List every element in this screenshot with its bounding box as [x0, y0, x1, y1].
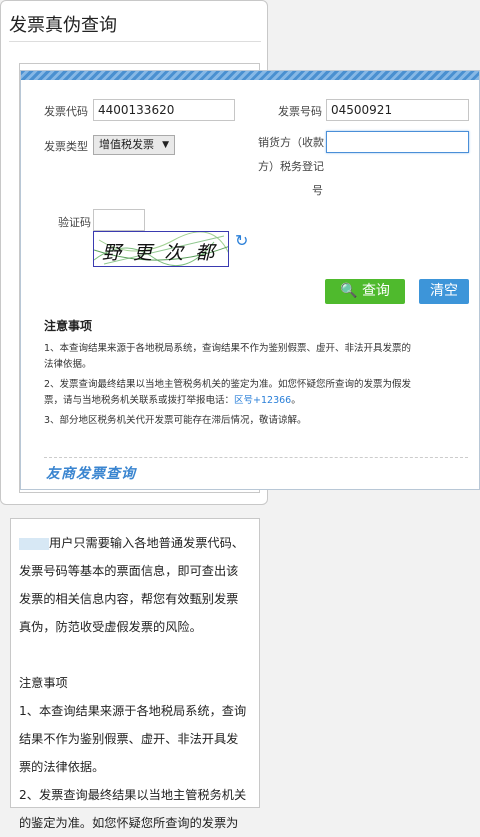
desc-notice-line-2: 结果不作为鉴别假票、虚开、非法开具发 [19, 732, 239, 746]
intro-line-1: 用户只需要输入各地普通发票代码、 [19, 529, 255, 557]
invoice-type-select[interactable]: 增值税发票 ▼ [93, 135, 175, 155]
invoice-query-panel: 发票代码 4400133620 发票号码 04500921 发票类型 增值税发票… [20, 70, 480, 490]
desc-notice-line-5: 的鉴定为准。如您怀疑您所查询的发票为 [19, 816, 239, 830]
description-card: 用户只需要输入各地普通发票代码、 发票号码等基本的票面信息，即可查出该 发票的相… [10, 518, 260, 830]
desc-notice-line-4: 2、发票查询最终结果以当地主管税务机关 [19, 788, 247, 802]
highlight-marker [19, 537, 49, 550]
panel-header-stripe [21, 71, 479, 80]
notice-item-1b: 法律依据。 [44, 359, 92, 370]
desc-notice-line-1: 1、本查询结果来源于各地税局系统，查询 [19, 704, 247, 718]
intro-line-1-text: 用户只需要输入各地普通发票代码、 [49, 536, 244, 550]
invoice-type-selected: 增值税发票 [99, 138, 154, 151]
seller-tax-label-line2: 方）税务登记 [258, 160, 324, 173]
captcha-input[interactable] [93, 209, 145, 231]
notice-item-2b: 票，请与当地税务机关联系或拨打举报电话：区号+12366。 [44, 393, 468, 409]
captcha-label: 验证码 [58, 216, 91, 229]
notice-item-2b-text: 票，请与当地税务机关联系或拨打举报电话： [44, 395, 235, 406]
captcha-image[interactable]: 野 更 次 都 [93, 231, 229, 267]
dropdown-arrow-icon: ▼ [162, 140, 169, 150]
desc-notice-title: 注意事项 [19, 676, 68, 690]
search-icon: 🔍 [340, 283, 358, 299]
notice-item-1: 1、本查询结果来源于各地税局系统，查询结果不作为鉴别假票、虚开、非法开具发票的 [44, 343, 412, 354]
captcha-text: 野 更 次 都 [102, 242, 218, 264]
desc-notice-line-3: 票的法律依据。 [19, 760, 105, 774]
invoice-type-label: 发票类型 [44, 140, 88, 153]
footer-divider [44, 457, 468, 458]
notice-item-2: 2、发票查询最终结果以当地主管税务机关的鉴定为准。如您怀疑您所查询的发票为假发 [44, 379, 412, 390]
title-divider [9, 41, 261, 42]
notice-item-3: 3、部分地区税务机关代开发票可能存在滞后情况，敬请谅解。 [44, 415, 307, 426]
seller-tax-label-line1: 销货方（收款 [258, 136, 324, 149]
query-button[interactable]: 🔍 查询 [325, 279, 405, 304]
invoice-number-input[interactable]: 04500921 [326, 99, 469, 121]
notice-title: 注意事项 [44, 319, 93, 333]
clear-button[interactable]: 清空 [419, 279, 469, 304]
seller-tax-label-line3: 号 [312, 184, 323, 197]
refresh-captcha-icon[interactable]: ↻ [235, 233, 248, 249]
invoice-code-input[interactable]: 4400133620 [93, 99, 235, 121]
notice-item-2b-end: 。 [291, 395, 301, 406]
description-text: 用户只需要输入各地普通发票代码、 发票号码等基本的票面信息，即可查出该 发票的相… [19, 529, 255, 837]
intro-line-3: 发票的相关信息内容，帮您有效甄别发票 [19, 592, 239, 606]
invoice-code-label: 发票代码 [44, 105, 88, 118]
invoice-number-label: 发票号码 [278, 105, 322, 118]
seller-tax-id-input[interactable] [326, 131, 469, 153]
intro-line-2: 发票号码等基本的票面信息，即可查出该 [19, 564, 239, 578]
brand-logo: 友商发票查询 [46, 466, 136, 482]
hotline-link[interactable]: 区号+12366 [234, 395, 291, 406]
query-button-label: 查询 [361, 283, 390, 299]
page-title: 发票真伪查询 [9, 15, 117, 36]
intro-line-4: 真伪，防范收受虚假发票的风险。 [19, 620, 202, 634]
